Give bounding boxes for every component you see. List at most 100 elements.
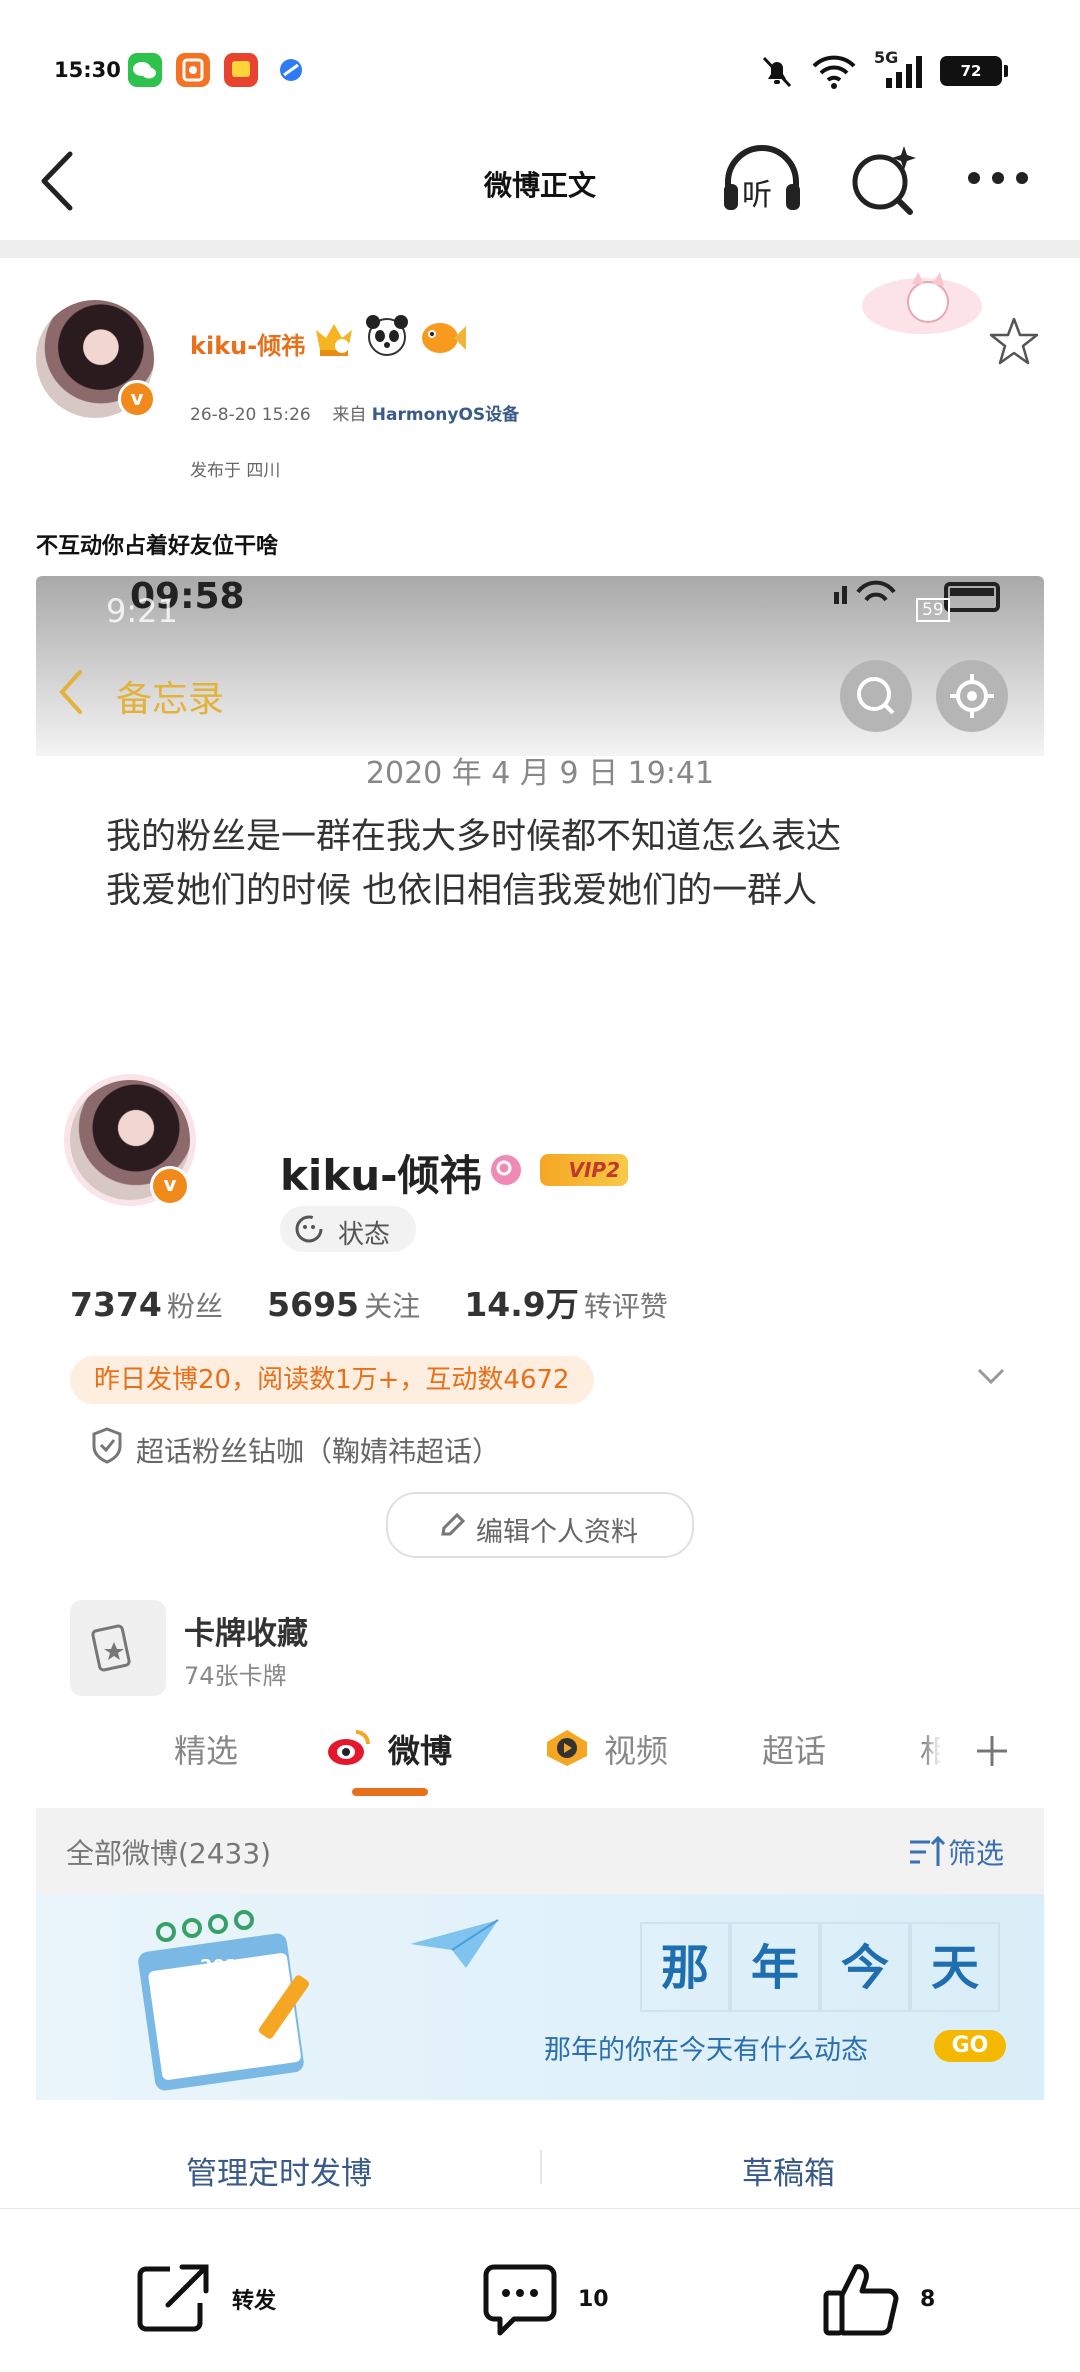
cards-icon xyxy=(70,1600,166,1696)
mute-icon xyxy=(758,52,796,94)
nav-bar: 微博正文 听 xyxy=(0,120,1080,240)
tab-add-button xyxy=(940,1714,1044,1786)
app-icon-blue xyxy=(274,53,308,87)
banner-char-1: 那 xyxy=(640,1922,730,2012)
app-icon-red xyxy=(224,53,258,87)
banner-subtitle: 那年的你在今天有什么动态 xyxy=(544,2035,868,2066)
post-timestamp: 26-8-20 15:26 来自 HarmonyOS设备 xyxy=(190,400,519,425)
post-text: 不互动你占着好友位干啥 xyxy=(36,534,279,559)
banner-char-2: 年 xyxy=(730,1922,820,2012)
status-bar: 15:30 5G 72 xyxy=(0,0,1080,120)
status-time: 15:30 xyxy=(54,58,121,82)
activity-pill: 昨日发博20，阅读数1万+，互动数4672 xyxy=(70,1356,594,1404)
cards-count: 74张卡牌 xyxy=(184,1662,287,1690)
profile-level-icon xyxy=(488,1152,524,1192)
vip-badge: VIP2 xyxy=(540,1154,628,1186)
expand-chevron-icon xyxy=(976,1366,1006,1390)
repost-button[interactable]: 转发 xyxy=(134,2259,276,2339)
comment-button[interactable]: 10 xyxy=(480,2259,609,2339)
footer-gap xyxy=(36,2100,1044,2104)
shield-icon xyxy=(90,1426,124,1468)
status-label: 状态 xyxy=(338,1220,391,1250)
post-source[interactable]: HarmonyOS设备 xyxy=(372,405,519,425)
memo-line-2: 我爱她们的时候 也依旧相信我爱她们的一群人 xyxy=(106,871,818,911)
cards-title: 卡牌收藏 xyxy=(184,1616,308,1652)
edit-profile-button: 编辑个人资料 xyxy=(386,1492,694,1558)
bottom-action-bar: 转发 10 8 xyxy=(0,2208,1080,2372)
reposts-num: 14.9万 xyxy=(464,1285,579,1324)
footer-divider xyxy=(540,2150,542,2184)
thumbs-up-icon xyxy=(823,2264,899,2336)
verified-badge-icon: v xyxy=(118,380,156,418)
favorite-star-button[interactable] xyxy=(988,316,1040,370)
star-icon xyxy=(989,317,1039,365)
all-weibo-bar: 全部微博(2433) 筛选 xyxy=(36,1808,1044,1894)
listen-button[interactable]: 听 xyxy=(720,142,804,218)
scheduled-post-label: 管理定时发博 xyxy=(186,2156,372,2192)
signal-icon xyxy=(878,54,928,94)
plus-icon xyxy=(977,1736,1007,1766)
tab-video: 视频 xyxy=(604,1732,669,1770)
all-weibo-label: 全部微博(2433) xyxy=(66,1837,272,1870)
banner-go-button: GO xyxy=(934,2030,1006,2062)
comment-icon xyxy=(483,2264,557,2336)
like-count: 8 xyxy=(920,2286,936,2312)
tab-featured: 精选 xyxy=(174,1732,239,1770)
profile-verified-icon: v xyxy=(150,1166,190,1206)
section-divider xyxy=(0,240,1080,258)
listen-label: 听 xyxy=(742,178,772,213)
drafts-label: 草稿箱 xyxy=(742,2156,835,2192)
more-icon xyxy=(968,172,1028,184)
panda-badge-icon xyxy=(364,312,410,362)
crown-badge-icon xyxy=(312,316,356,362)
memo-date: 2020 年 4 月 9 日 19:41 xyxy=(365,756,715,791)
post-time: 26-8-20 15:26 xyxy=(190,405,311,425)
filter-label: 筛选 xyxy=(948,1837,1005,1870)
memo-search-icon xyxy=(840,660,912,732)
super-topic-label: 超话粉丝钻咖（鞠婧祎超话） xyxy=(136,1435,501,1468)
embedded-battery: 59 xyxy=(916,598,950,622)
tab-supertopic: 超话 xyxy=(762,1732,827,1770)
memo-line-1: 我的粉丝是一群在我大多时候都不知道怎么表达 xyxy=(106,817,842,857)
memory-banner: 2021 那 年 今 天 那年的你在今天有什么动态 GO xyxy=(36,1894,1044,2100)
reposts-label: 转评赞 xyxy=(583,1290,668,1323)
status-icon xyxy=(295,1215,323,1243)
battery-icon: 72 xyxy=(940,56,1008,86)
embedded-time-back: 9:21 xyxy=(106,592,178,630)
memo-back-label: 备忘录 xyxy=(116,679,225,720)
following-num: 5695 xyxy=(267,1285,360,1324)
wechat-icon xyxy=(128,53,162,87)
edit-profile-label: 编辑个人资料 xyxy=(476,1517,638,1548)
following-label: 关注 xyxy=(364,1290,421,1323)
paper-plane-icon xyxy=(410,1919,499,1968)
search-ai-icon xyxy=(852,146,916,215)
more-button[interactable] xyxy=(966,168,1030,192)
memo-back-chevron-icon xyxy=(56,666,86,722)
like-button[interactable]: 8 xyxy=(822,2259,935,2339)
profile-name: kiku-倾祎 xyxy=(280,1151,482,1200)
followers-num: 7374 xyxy=(70,1285,162,1324)
fish-badge-icon xyxy=(418,314,466,362)
post-image[interactable]: 09:58 9:21 59 备忘录 2020 年 4 月 9 日 19:41 我… xyxy=(36,576,1044,2104)
filter-icon xyxy=(910,1836,946,1866)
banner-title: 那 年 今 天 xyxy=(640,1922,1000,2012)
calendar-illustration-icon: 2021 xyxy=(138,1910,310,2091)
tab-active-indicator xyxy=(352,1788,428,1796)
repost-label: 转发 xyxy=(232,2289,277,2314)
weibo-logo-icon xyxy=(326,1728,370,1772)
post-username[interactable]: kiku-倾祎 xyxy=(190,326,305,361)
pencil-icon xyxy=(441,1512,466,1536)
decoration-sticker-icon xyxy=(852,262,992,346)
followers-label: 粉丝 xyxy=(166,1290,223,1323)
tab-weibo: 微博 xyxy=(388,1732,453,1770)
status-pill: 状态 xyxy=(280,1206,416,1252)
source-prefix: 来自 xyxy=(332,405,367,425)
search-button[interactable] xyxy=(846,142,922,222)
embedded-status-icons xyxy=(796,580,1026,634)
comment-count: 10 xyxy=(578,2286,609,2312)
repost-icon xyxy=(137,2264,209,2332)
calendar-year: 2021 xyxy=(200,1956,250,1977)
banner-char-3: 今 xyxy=(820,1922,910,2012)
video-icon xyxy=(544,1728,590,1772)
app-icon-orange xyxy=(176,53,210,87)
